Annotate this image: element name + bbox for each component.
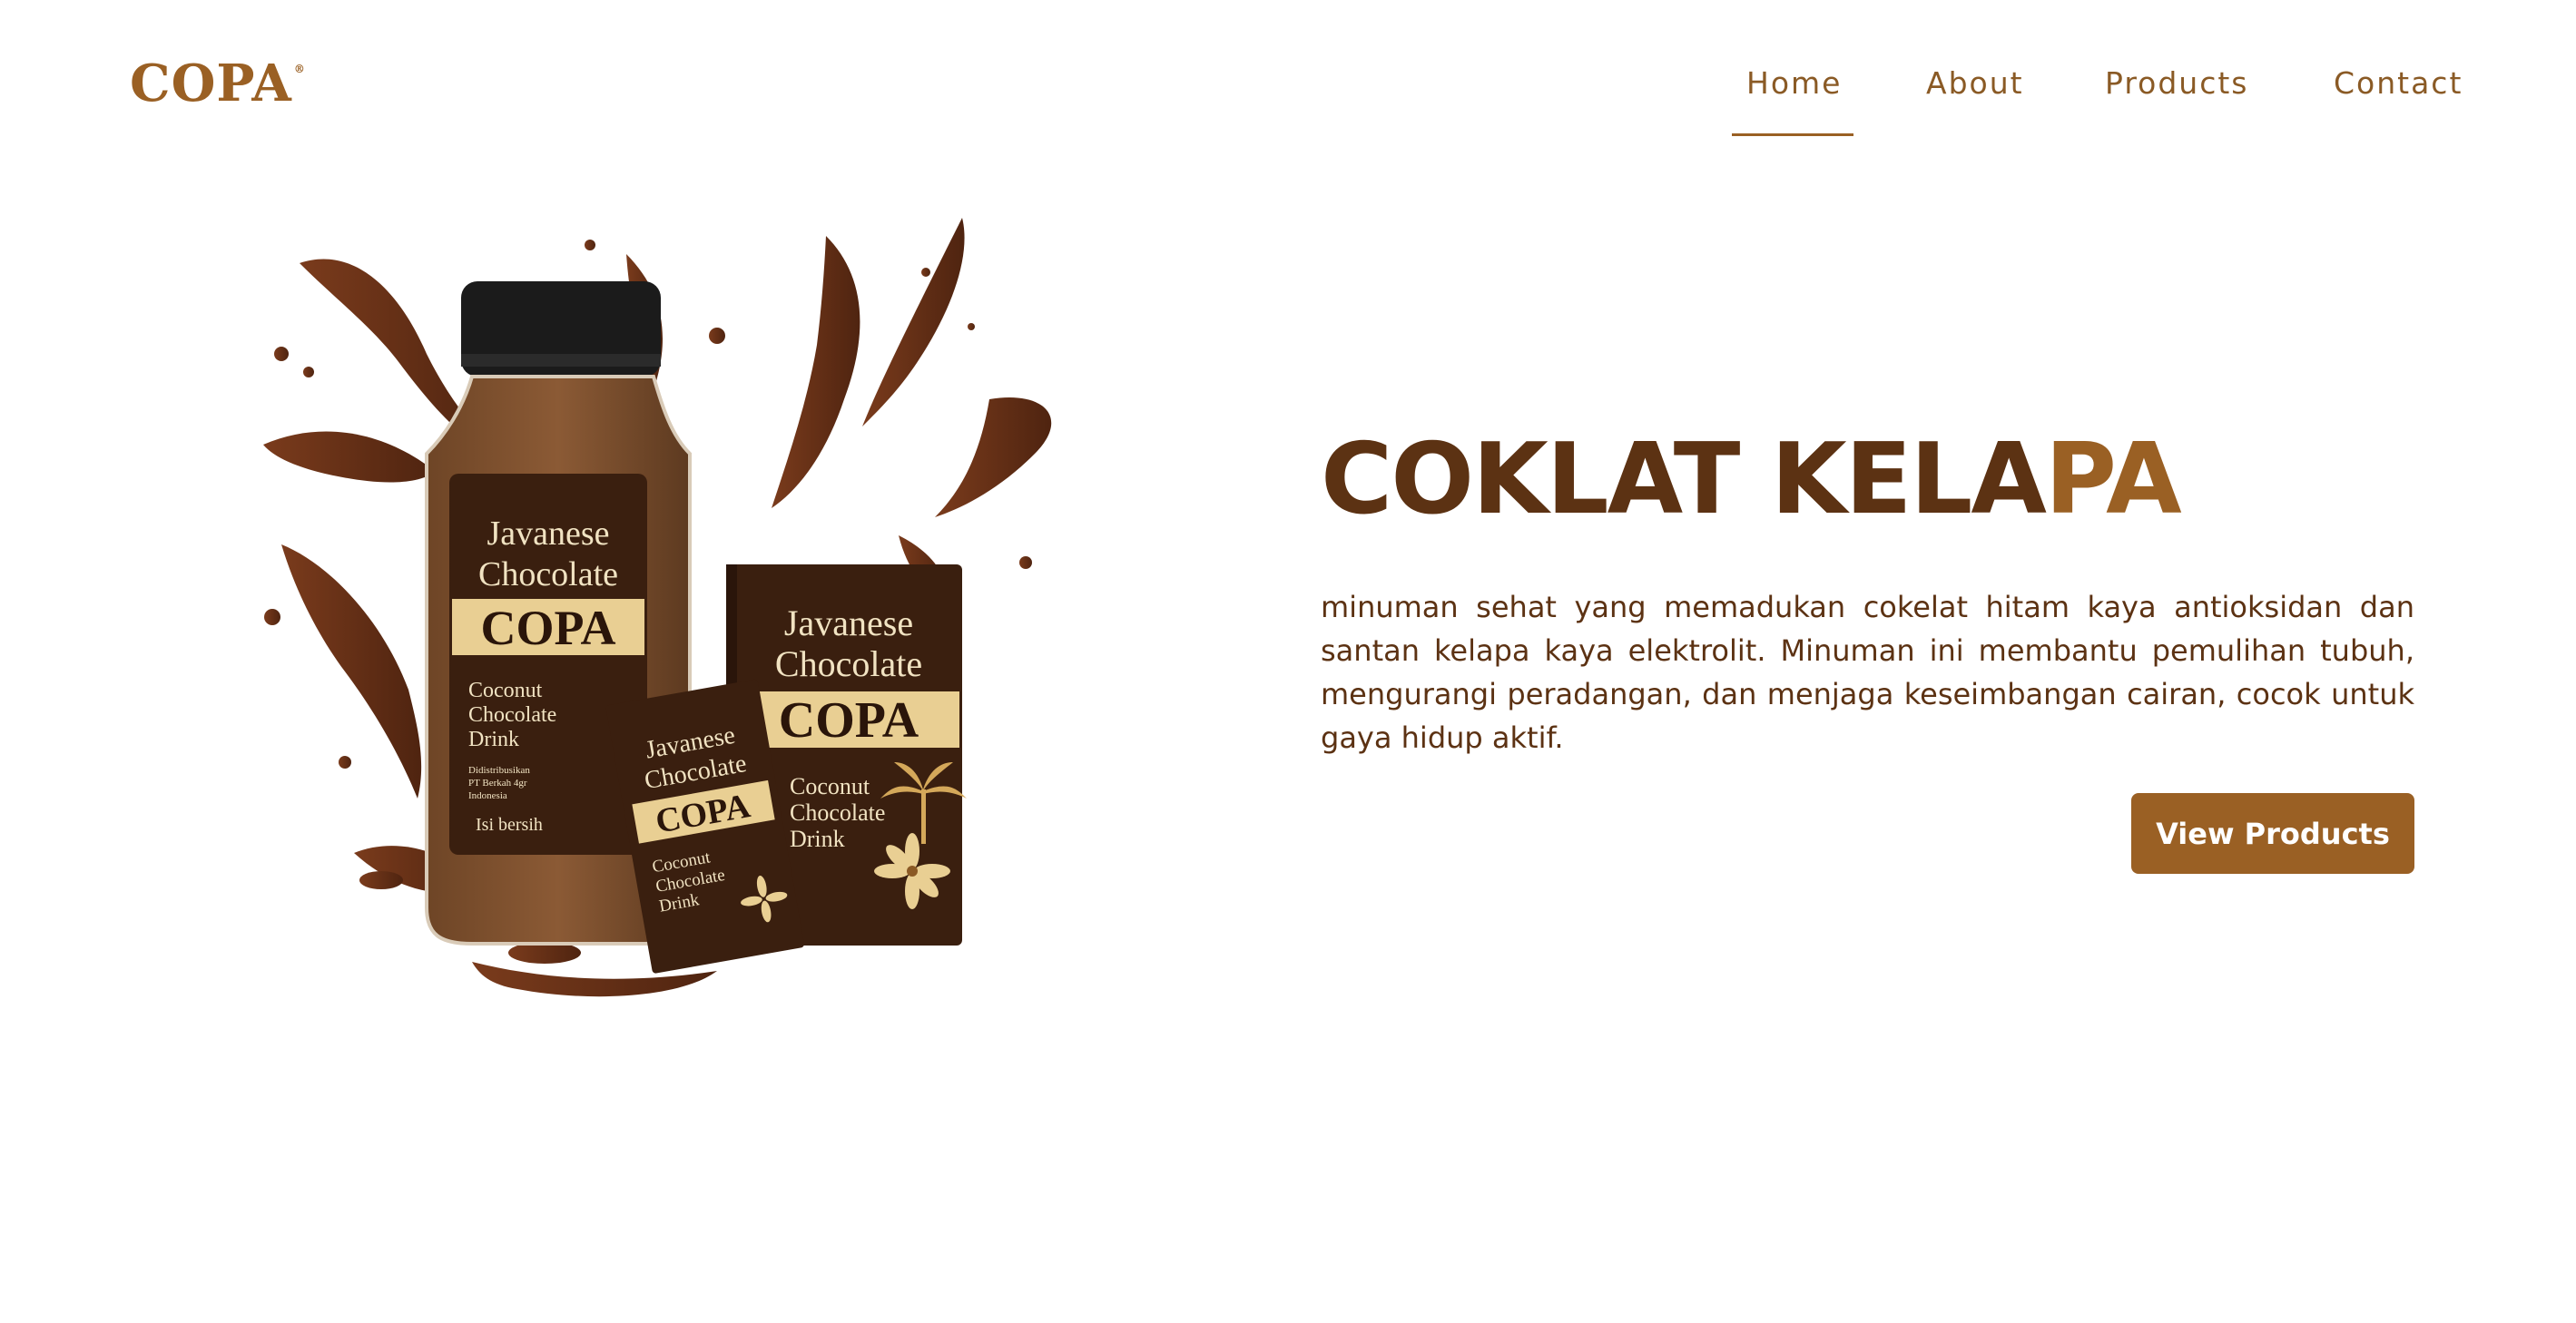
hero-description: minuman sehat yang memadukan cokelat hit… [1321,590,2414,755]
box-sub3: Drink [790,826,845,852]
nav-item-home[interactable]: Home [1746,65,1842,102]
nav-item-about[interactable]: About [1926,65,2024,102]
view-products-button[interactable]: View Products [2131,793,2414,874]
product-illustration: Javanese Chocolate COPA Coconut Chocolat… [263,218,1052,997]
bottle-label-line1: Javanese [487,514,609,553]
nav-item-products[interactable]: Products [2105,65,2249,102]
nav-active-underline [1732,133,1853,136]
hero-product-image: Javanese Chocolate COPA Coconut Chocolat… [245,218,1098,1016]
hero-headline-main: COKLAT KELA [1321,423,2047,536]
bottle-content: Isi bersih [476,815,543,835]
landing-page: COPA ® Home About Products Contact Javan… [0,0,2576,1323]
box-label-line2: Chocolate [775,643,922,684]
bottle-sub3: Drink [468,728,519,751]
bottle-fine1: Didistribusikan [468,765,530,776]
bottle-brand: COPA [481,601,616,655]
main-nav: Home About Products Contact [0,65,2576,138]
bottle-fine3: Indonesia [468,790,507,801]
hero-headline: COKLAT KELAPA [1321,423,2182,536]
bottle-sub1: Coconut [468,679,543,702]
box-brand: COPA [779,692,919,749]
box-label-line1: Javanese [784,603,913,643]
box-sub1: Coconut [790,773,870,799]
bottle-label-line2: Chocolate [478,555,618,593]
bottle-sub2: Chocolate [468,703,556,727]
box-sub2: Chocolate [790,799,885,826]
hero-headline-accent: PA [2044,423,2182,536]
bottle-fine2: PT Berkah 4gr [468,778,527,789]
nav-item-contact[interactable]: Contact [2334,65,2463,102]
